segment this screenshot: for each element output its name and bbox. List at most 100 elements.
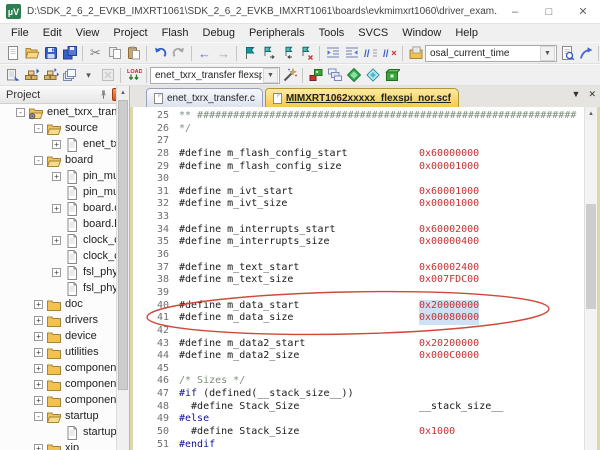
- pin-icon[interactable]: [96, 88, 110, 101]
- menu-edit[interactable]: Edit: [36, 26, 69, 40]
- tab-mimxrt1062xxxxx-flexspi-nor-scf[interactable]: MIMXRT1062xxxxx_flexspi_nor.scf: [265, 88, 459, 107]
- code-line-31[interactable]: 31#define m_ivt_start0x60001000: [133, 186, 584, 199]
- tree-item-drivers[interactable]: +drivers: [0, 312, 129, 328]
- code-line-38[interactable]: 38#define m_text_size0x007FDC00: [133, 274, 584, 287]
- tree-item-enet-txr[interactable]: +enet_txr: [0, 136, 129, 152]
- new-icon[interactable]: [3, 44, 22, 63]
- find-in-files-icon[interactable]: [406, 44, 425, 63]
- code-line-42[interactable]: 42: [133, 325, 584, 338]
- tree-item-pin-mu[interactable]: +pin_mu: [0, 168, 129, 184]
- expand-icon[interactable]: +: [52, 172, 61, 181]
- code-line-35[interactable]: 35#define m_interrupts_size0x00000400: [133, 236, 584, 249]
- code-line-32[interactable]: 32#define m_ivt_size0x00001000: [133, 198, 584, 211]
- open-icon[interactable]: [22, 44, 41, 63]
- tree-item-startup[interactable]: startup_: [0, 424, 129, 440]
- expand-icon[interactable]: +: [34, 364, 43, 373]
- collapse-icon[interactable]: -: [16, 108, 25, 117]
- stop-build-icon[interactable]: [98, 66, 117, 85]
- batch-dropdown-icon[interactable]: ▾: [79, 66, 98, 85]
- tree-item-startup[interactable]: -startup: [0, 408, 129, 424]
- packs-diamond-icon[interactable]: [344, 66, 363, 85]
- paste-icon[interactable]: [124, 44, 143, 63]
- bookmark-next-icon[interactable]: [259, 44, 278, 63]
- tree-item-fsl-phy[interactable]: fsl_phy.: [0, 280, 129, 296]
- save-all-icon[interactable]: [60, 44, 79, 63]
- tree-item-component[interactable]: +component: [0, 360, 129, 376]
- menu-svcs[interactable]: SVCS: [351, 26, 395, 40]
- bookmark-icon[interactable]: [240, 44, 259, 63]
- code-line-41[interactable]: 41#define m_data_size0x00080000: [133, 312, 584, 325]
- pack-installer-icon[interactable]: [382, 66, 401, 85]
- code-editor[interactable]: 25** ###################################…: [130, 107, 600, 450]
- collapse-icon[interactable]: -: [34, 412, 43, 421]
- redo-icon[interactable]: [169, 44, 188, 63]
- menu-flash[interactable]: Flash: [155, 26, 196, 40]
- code-line-49[interactable]: 49#else: [133, 413, 584, 426]
- menu-view[interactable]: View: [69, 26, 107, 40]
- manage-items-icon[interactable]: [325, 66, 344, 85]
- expand-icon[interactable]: +: [34, 316, 43, 325]
- target-combobox-dropdown-icon[interactable]: ▼: [263, 68, 278, 83]
- code-line-43[interactable]: 43#define m_data2_start0x20200000: [133, 338, 584, 351]
- tree-item-component[interactable]: +component: [0, 376, 129, 392]
- editor-scroll-up-icon[interactable]: ▲: [585, 107, 597, 120]
- batch-build-icon[interactable]: [60, 66, 79, 85]
- forward-icon[interactable]: →: [214, 44, 233, 63]
- manage-rte-icon[interactable]: [306, 66, 325, 85]
- outdent-icon[interactable]: [342, 44, 361, 63]
- code-line-48[interactable]: 48 #define Stack_Size__stack_size__: [133, 401, 584, 414]
- code-line-28[interactable]: 28#define m_flash_config_start0x60000000: [133, 148, 584, 161]
- tree-item-board-h[interactable]: board.h: [0, 216, 129, 232]
- minimize-button[interactable]: –: [498, 0, 532, 23]
- editor-scroll-thumb[interactable]: [586, 204, 596, 309]
- code-line-47[interactable]: 47#if (defined(__stack_size__)): [133, 388, 584, 401]
- code-line-30[interactable]: 30: [133, 173, 584, 186]
- tree-item-xip[interactable]: +xip: [0, 440, 129, 450]
- expand-icon[interactable]: +: [52, 140, 61, 149]
- tree-item-clock-c[interactable]: +clock_c: [0, 232, 129, 248]
- back-icon[interactable]: ←: [195, 44, 214, 63]
- expand-icon[interactable]: +: [34, 380, 43, 389]
- find-combobox[interactable]: osal_current_time▼: [425, 45, 557, 62]
- translate-icon[interactable]: [3, 66, 22, 85]
- expand-icon[interactable]: +: [52, 268, 61, 277]
- tab-list-dropdown-icon[interactable]: ▼: [572, 89, 581, 100]
- expand-icon[interactable]: +: [34, 348, 43, 357]
- rebuild-icon[interactable]: [41, 66, 60, 85]
- bookmark-clear-icon[interactable]: [297, 44, 316, 63]
- code-line-36[interactable]: 36: [133, 249, 584, 262]
- expand-icon[interactable]: +: [52, 236, 61, 245]
- bookmark-prev-icon[interactable]: [278, 44, 297, 63]
- scroll-up-icon[interactable]: ▲: [117, 86, 129, 99]
- code-line-33[interactable]: 33: [133, 211, 584, 224]
- comment-icon[interactable]: //: [361, 44, 380, 63]
- menu-debug[interactable]: Debug: [196, 26, 242, 40]
- tree-item-doc[interactable]: +doc: [0, 296, 129, 312]
- editor-scrollbar[interactable]: ▲: [584, 107, 597, 450]
- tree-item-enet-txrx-transf[interactable]: -enet_txrx_transf: [0, 104, 129, 120]
- expand-icon[interactable]: +: [34, 332, 43, 341]
- expand-icon[interactable]: +: [34, 444, 43, 450]
- cut-icon[interactable]: ✂: [86, 44, 105, 63]
- code-line-34[interactable]: 34#define m_interrupts_start0x60002000: [133, 224, 584, 237]
- project-scrollbar[interactable]: ▲: [116, 86, 129, 450]
- indent-icon[interactable]: [323, 44, 342, 63]
- tree-item-source[interactable]: -source: [0, 120, 129, 136]
- code-line-46[interactable]: 46/* Sizes */: [133, 375, 584, 388]
- maximize-button[interactable]: □: [532, 0, 566, 23]
- code-line-40[interactable]: 40#define m_data_start0x20000000: [133, 300, 584, 313]
- project-scroll-thumb[interactable]: [118, 100, 128, 390]
- tab-enet-txrx-transfer-c[interactable]: enet_txrx_transfer.c: [146, 88, 263, 107]
- expand-icon[interactable]: +: [34, 300, 43, 309]
- close-file-icon[interactable]: ✕: [588, 89, 596, 100]
- goto-arrow-icon[interactable]: [576, 44, 595, 63]
- menu-window[interactable]: Window: [395, 26, 448, 40]
- tree-item-utilities[interactable]: +utilities: [0, 344, 129, 360]
- tree-item-board[interactable]: -board: [0, 152, 129, 168]
- uncomment-icon[interactable]: //: [380, 44, 399, 63]
- build-icon[interactable]: [22, 66, 41, 85]
- code-line-44[interactable]: 44#define m_data2_size0x000C0000: [133, 350, 584, 363]
- collapse-icon[interactable]: -: [34, 156, 43, 165]
- code-line-29[interactable]: 29#define m_flash_config_size0x00001000: [133, 161, 584, 174]
- tree-item-board-c[interactable]: +board.c: [0, 200, 129, 216]
